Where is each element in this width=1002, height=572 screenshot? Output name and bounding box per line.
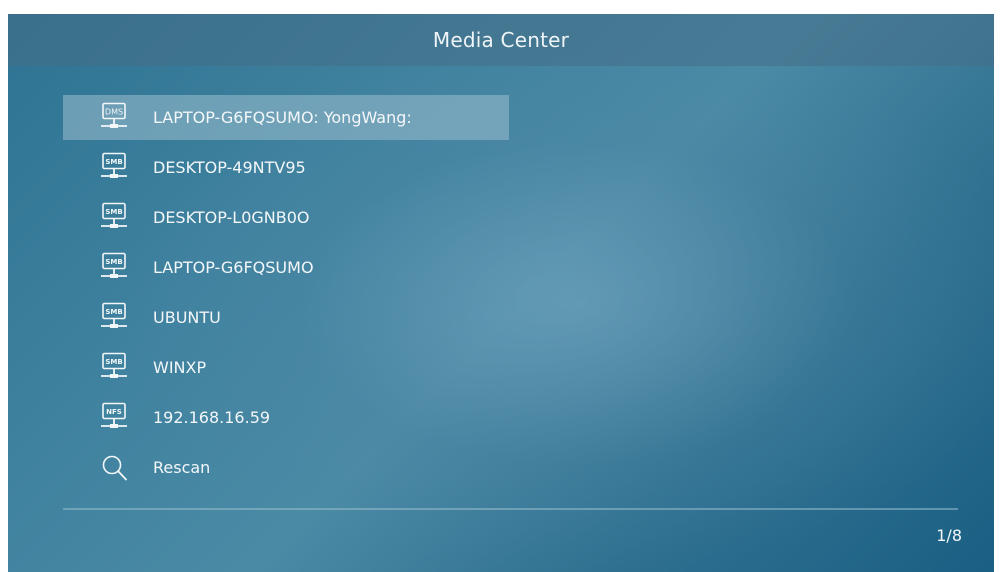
server-list: DMS LAPTOP-G6FQSUMO: YongWang: SMB DESKT…	[63, 95, 509, 495]
list-item-label: LAPTOP-G6FQSUMO	[153, 258, 314, 277]
list-item-label: UBUNTU	[153, 308, 221, 327]
smb-server-icon: SMB	[101, 202, 127, 228]
rescan-button[interactable]: Rescan	[63, 445, 509, 490]
svg-text:NFS: NFS	[106, 408, 122, 416]
smb-server-icon: SMB	[101, 152, 127, 178]
list-item-label: DESKTOP-49NTV95	[153, 158, 306, 177]
list-item-label: WINXP	[153, 358, 207, 377]
page-title: Media Center	[432, 28, 570, 52]
list-item-smb-server[interactable]: SMB UBUNTU	[63, 295, 509, 340]
media-center-screen: Media Center DMS LAPTOP-G6FQSUMO: YongWa…	[8, 14, 994, 572]
svg-text:SMB: SMB	[105, 208, 122, 216]
list-item-smb-server[interactable]: SMB DESKTOP-L0GNB0O	[63, 195, 509, 240]
svg-text:SMB: SMB	[105, 308, 122, 316]
search-icon	[102, 455, 127, 481]
svg-text:SMB: SMB	[105, 258, 122, 266]
list-item-label: 192.168.16.59	[153, 408, 271, 427]
nfs-server-icon: NFS	[101, 402, 127, 428]
title-bar: Media Center	[8, 14, 994, 66]
svg-text:DMS: DMS	[105, 108, 123, 117]
page-indicator: 1/8	[936, 526, 962, 545]
list-item-nfs-server[interactable]: NFS 192.168.16.59	[63, 395, 509, 440]
dms-server-icon: DMS	[101, 102, 127, 128]
list-item-label: DESKTOP-L0GNB0O	[153, 208, 310, 227]
rescan-label: Rescan	[153, 458, 211, 477]
footer-divider	[63, 508, 958, 510]
svg-text:SMB: SMB	[105, 358, 122, 366]
list-item-smb-server[interactable]: SMB DESKTOP-49NTV95	[63, 145, 509, 190]
list-item-dms-server[interactable]: DMS LAPTOP-G6FQSUMO: YongWang:	[63, 95, 509, 140]
svg-text:SMB: SMB	[105, 158, 122, 166]
smb-server-icon: SMB	[101, 302, 127, 328]
smb-server-icon: SMB	[101, 352, 127, 378]
list-item-smb-server[interactable]: SMB WINXP	[63, 345, 509, 390]
list-item-smb-server[interactable]: SMB LAPTOP-G6FQSUMO	[63, 245, 509, 290]
list-item-label: LAPTOP-G6FQSUMO: YongWang:	[153, 108, 412, 127]
smb-server-icon: SMB	[101, 252, 127, 278]
